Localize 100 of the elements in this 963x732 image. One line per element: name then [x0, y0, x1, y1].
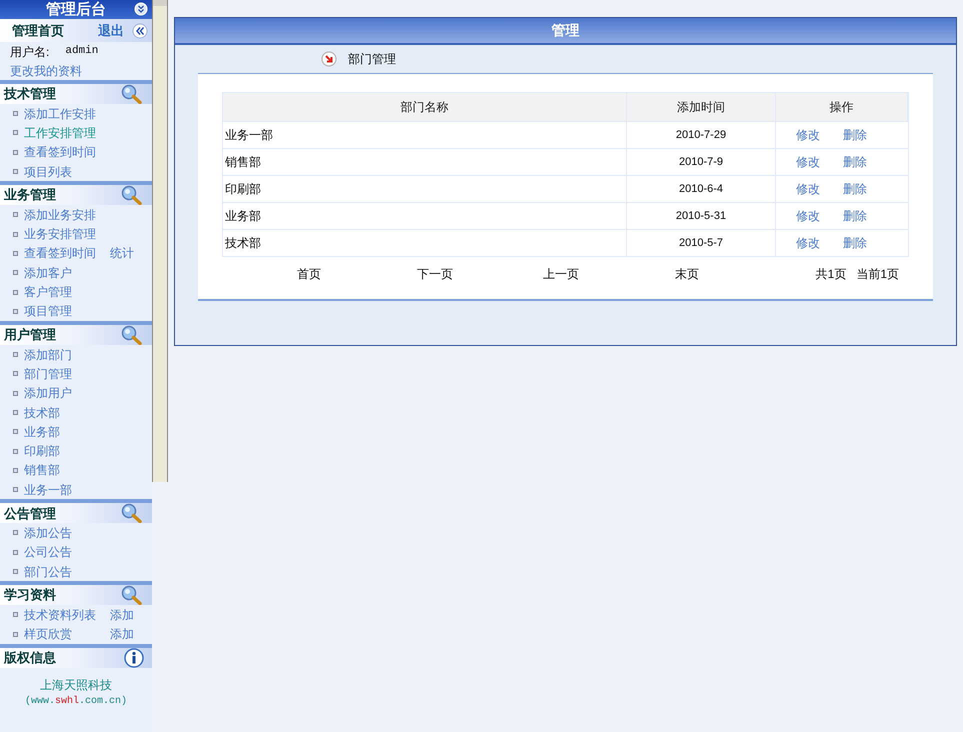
action-link[interactable]: 删除: [843, 180, 867, 198]
sidebar-item[interactable]: 销售部: [24, 461, 60, 480]
action-link[interactable]: 删除: [843, 153, 867, 171]
search-icon: [120, 503, 144, 524]
column-header: 部门名称: [223, 93, 627, 121]
section-title: 学习资料: [4, 586, 56, 604]
bullet-icon: [13, 352, 18, 358]
search-icon: [120, 324, 144, 345]
pagination-link[interactable]: 上一页: [543, 265, 579, 283]
sidebar-item[interactable]: 添加用户: [24, 384, 72, 402]
action-link[interactable]: 修改: [796, 207, 820, 225]
bullet-icon: [13, 111, 18, 116]
pagination-link[interactable]: 末页: [675, 265, 699, 283]
sidebar-item[interactable]: 样页欣赏: [24, 625, 72, 644]
table-cell: 印刷部: [223, 175, 627, 202]
table-cell: 2010-5-7: [627, 229, 776, 256]
column-header: 操作: [776, 93, 908, 121]
pagination-link[interactable]: 下一页: [417, 265, 453, 283]
sidebar-item[interactable]: 部门公告: [24, 562, 72, 581]
table-cell: 2010-7-29: [627, 121, 776, 148]
info-icon: [124, 648, 144, 668]
table-cell: 2010-5-31: [627, 202, 776, 229]
action-link[interactable]: 修改: [796, 234, 820, 252]
column-header: 添加时间: [627, 93, 776, 121]
sidebar-item[interactable]: 查看签到时间: [24, 244, 96, 262]
sidebar-item[interactable]: 业务安排管理: [24, 225, 96, 244]
sidebar-item[interactable]: 添加部门: [24, 346, 72, 364]
action-link[interactable]: 修改: [796, 180, 820, 198]
table-cell: 业务部: [223, 202, 627, 229]
bullet-icon: [13, 232, 18, 237]
bullet-icon: [13, 468, 18, 473]
username-value: admin: [65, 44, 98, 60]
section-title: 技术管理: [4, 85, 56, 104]
sidebar-item[interactable]: 业务一部: [24, 480, 72, 499]
sidebar-item[interactable]: 印刷部: [24, 442, 60, 460]
page-current: 当前1页: [856, 266, 899, 283]
sidebar-item[interactable]: 公司公告: [24, 543, 72, 562]
sidebar-item[interactable]: 客户管理: [24, 283, 72, 302]
sidebar-item-action[interactable]: 统计: [110, 244, 134, 262]
double-chevron-left-icon[interactable]: [132, 22, 148, 38]
bullet-icon: [13, 270, 18, 276]
arrow-down-right-icon: [321, 51, 337, 67]
table-cell: 销售部: [223, 148, 627, 175]
username-label: 用户名:: [10, 44, 50, 60]
sidebar-item[interactable]: 项目管理: [24, 302, 72, 320]
bullet-icon: [13, 250, 18, 256]
table-cell: 2010-7-9: [627, 148, 776, 175]
bullet-icon: [13, 130, 18, 136]
action-link[interactable]: 删除: [843, 234, 867, 252]
sidebar-item[interactable]: 添加工作安排: [24, 104, 96, 123]
sidebar-title: 管理后台: [46, 0, 106, 18]
collapse-icon[interactable]: [134, 2, 148, 16]
bullet-icon: [13, 448, 18, 454]
sidebar-item[interactable]: 业务部: [24, 422, 60, 441]
sidebar-item[interactable]: 添加业务安排: [24, 206, 96, 224]
bullet-icon: [13, 169, 18, 174]
company-name: 上海天照科技: [40, 676, 112, 694]
company-url[interactable]: (www.swhl.com.cn): [24, 694, 128, 709]
section-title: 公告管理: [4, 504, 56, 523]
table-cell: 技术部: [223, 229, 627, 256]
scrollbar[interactable]: [152, 0, 168, 482]
logout-link[interactable]: 退出: [98, 20, 124, 40]
bullet-icon: [13, 569, 18, 574]
bullet-icon: [13, 371, 18, 376]
sidebar-item-action[interactable]: 添加: [110, 625, 134, 644]
pagination-link[interactable]: 首页: [297, 265, 321, 283]
action-link[interactable]: 修改: [796, 126, 820, 144]
sidebar-item[interactable]: 查看签到时间: [24, 143, 96, 162]
bullet-icon: [13, 612, 18, 618]
section-title: 业务管理: [4, 186, 56, 204]
bullet-icon: [13, 632, 18, 637]
search-icon: [120, 585, 144, 606]
home-link[interactable]: 管理首页: [12, 20, 64, 40]
sidebar-item[interactable]: 部门管理: [24, 364, 72, 383]
sidebar-item[interactable]: 项目列表: [24, 162, 72, 181]
bullet-icon: [13, 308, 18, 314]
sidebar-item[interactable]: 添加客户: [24, 264, 72, 282]
action-link[interactable]: 删除: [843, 207, 867, 225]
bullet-icon: [13, 290, 18, 295]
sidebar-item[interactable]: 工作安排管理: [24, 124, 96, 142]
bullet-icon: [13, 550, 18, 555]
section-title: 用户管理: [4, 326, 56, 344]
action-link[interactable]: 删除: [843, 126, 867, 144]
bullet-icon: [13, 150, 18, 155]
sidebar-item[interactable]: 技术资料列表: [24, 606, 96, 624]
bullet-icon: [13, 390, 18, 396]
page-total: 共1页: [816, 266, 846, 283]
sidebar-item[interactable]: 添加公告: [24, 524, 72, 542]
sidebar-item[interactable]: 技术部: [24, 404, 60, 422]
sidebar-item-action[interactable]: 添加: [110, 606, 134, 624]
action-link[interactable]: 修改: [796, 153, 820, 171]
bullet-icon: [13, 429, 18, 434]
bullet-icon: [13, 212, 18, 218]
bullet-icon: [13, 487, 18, 492]
search-icon: [120, 185, 144, 206]
search-icon: [120, 84, 144, 104]
section-title: 版权信息: [4, 649, 56, 668]
profile-link[interactable]: 更改我的资料: [10, 62, 82, 80]
table-cell: 2010-6-4: [627, 175, 776, 202]
bullet-icon: [13, 530, 18, 536]
